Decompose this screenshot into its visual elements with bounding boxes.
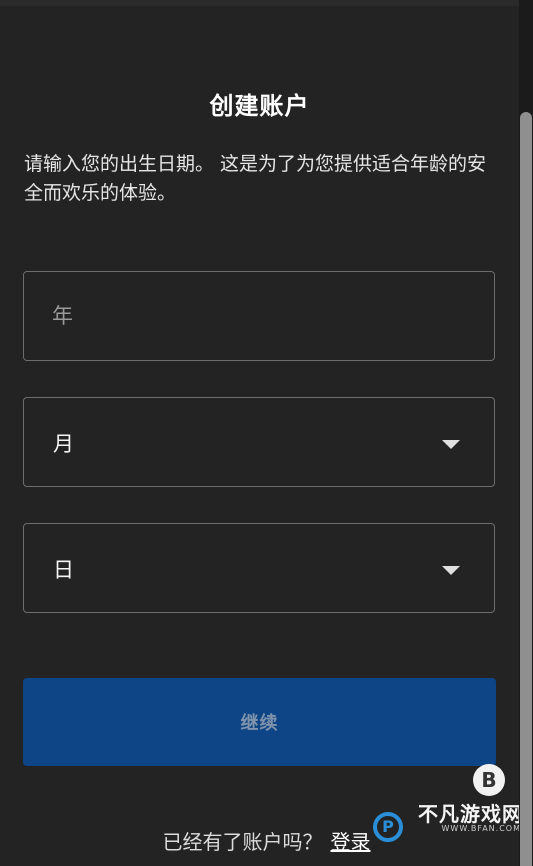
day-select[interactable]: 日 (23, 523, 495, 613)
login-link[interactable]: 登录 (331, 830, 371, 854)
site-watermark: B 不凡游戏网 WWW.BFAN.COM P (367, 758, 527, 858)
login-prompt-text: 已经有了账户吗？ (162, 830, 323, 854)
top-strip (0, 0, 533, 6)
year-input[interactable] (52, 272, 472, 359)
page-title: 创建账户 (209, 92, 310, 120)
chevron-down-icon (442, 566, 460, 575)
watermark-site-name: 不凡游戏网 (418, 802, 523, 826)
birthdate-description: 请输入您的出生日期。 这是为了为您提供适合年龄的安全而欢乐的体验。 (24, 153, 487, 204)
chevron-down-icon (442, 440, 460, 449)
watermark-p-logo-icon: P (373, 812, 403, 842)
watermark-logo-icon: B (473, 764, 505, 796)
year-field[interactable] (23, 271, 495, 361)
watermark-url: WWW.BFAN.COM (441, 824, 521, 833)
month-select[interactable]: 月 (23, 397, 495, 487)
scrollbar-track[interactable] (519, 0, 533, 866)
month-select-value: 月 (53, 432, 74, 456)
create-account-screen: 创建账户 请输入您的出生日期。 这是为了为您提供适合年龄的安全而欢乐的体验。 月… (0, 0, 533, 866)
day-select-value: 日 (53, 558, 74, 582)
continue-button[interactable]: 继续 (23, 678, 496, 766)
scrollbar-thumb[interactable] (520, 112, 532, 866)
